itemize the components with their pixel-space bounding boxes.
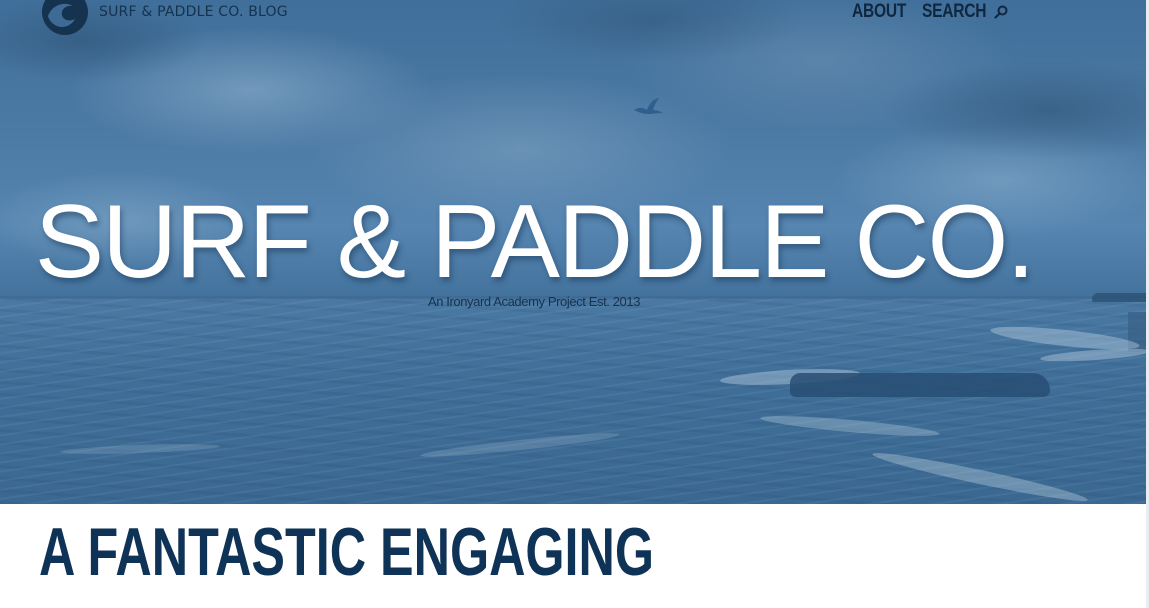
seagull-icon — [634, 98, 663, 114]
hero-banner: SURF & PADDLE CO. BLOG ABOUT SEARCH SURF… — [0, 0, 1146, 504]
nav-about-link[interactable]: ABOUT — [852, 1, 906, 23]
wave-logo-icon — [42, 0, 88, 35]
main-content: A FANTASTIC ENGAGING — [0, 504, 1146, 608]
brand-link[interactable]: SURF & PADDLE CO. BLOG — [42, 0, 288, 36]
hero-rock-outcrop — [790, 373, 1050, 397]
page: SURF & PADDLE CO. BLOG ABOUT SEARCH SURF… — [0, 0, 1149, 608]
hero-headland — [1092, 293, 1146, 302]
search-icon — [994, 5, 1008, 19]
nav-search-label: SEARCH — [922, 1, 987, 22]
hero-title: SURF & PADDLE CO. — [34, 184, 1035, 300]
hero-subtitle: An Ironyard Academy Project Est. 2013 — [427, 294, 641, 309]
post-title[interactable]: A FANTASTIC ENGAGING — [39, 516, 654, 588]
top-nav: ABOUT SEARCH — [852, 0, 1008, 24]
brand-name: SURF & PADDLE CO. BLOG — [99, 4, 288, 20]
nav-search-link[interactable]: SEARCH — [922, 1, 1008, 23]
